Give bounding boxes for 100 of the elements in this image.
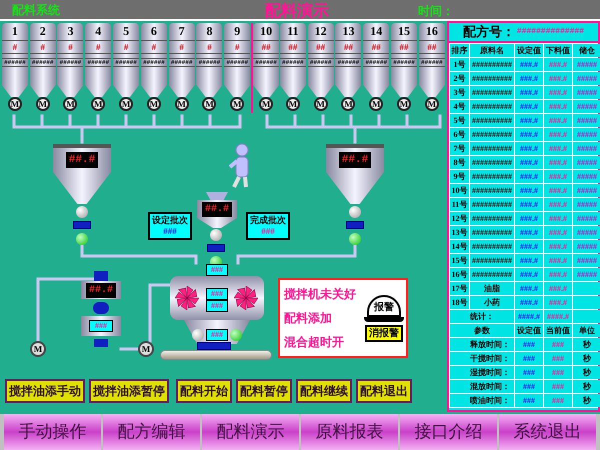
actuator-icon bbox=[197, 342, 231, 350]
nav-tab[interactable]: 手动操作 bbox=[4, 414, 101, 450]
silo-number: 8 bbox=[206, 23, 212, 40]
table-cell: ########## bbox=[470, 156, 514, 169]
reset-alarm-button[interactable]: 消报警 bbox=[365, 324, 403, 342]
batch-value: ### bbox=[163, 226, 177, 237]
table-cell: ###.# bbox=[515, 296, 543, 309]
table-cell: ########## bbox=[470, 170, 514, 183]
table-cell: ###.# bbox=[544, 170, 572, 183]
table-cell: ### bbox=[515, 380, 543, 393]
table-cell: ### bbox=[515, 394, 543, 407]
table-cell: 设定值 bbox=[515, 44, 543, 57]
pump-motor-icon: M bbox=[138, 341, 154, 357]
table-cell: 油脂 bbox=[470, 282, 514, 295]
action-button[interactable]: 搅拌油添暂停 bbox=[89, 379, 169, 403]
table-cell: ###.# bbox=[515, 268, 543, 281]
table-cell: 12号 bbox=[450, 212, 469, 225]
table-cell: ########## bbox=[470, 254, 514, 267]
nav-tab[interactable]: 系统退出 bbox=[499, 414, 596, 450]
table-cell: ###.# bbox=[544, 72, 572, 85]
table-cell: ########## bbox=[470, 58, 514, 71]
silo-number: 3 bbox=[67, 23, 74, 40]
silo-code: ## bbox=[391, 40, 418, 54]
silo-number: 4 bbox=[95, 23, 102, 40]
silo-number: 13 bbox=[342, 23, 354, 40]
silo-code: # bbox=[113, 40, 140, 54]
silo-code: ## bbox=[308, 40, 334, 54]
motor-icon: M bbox=[146, 97, 161, 111]
silo-number: 1 bbox=[12, 23, 18, 40]
nav-tab[interactable]: 配料演示 bbox=[202, 414, 299, 450]
table-cell: 17号 bbox=[450, 282, 469, 295]
table-cell: 喷油时间： bbox=[450, 394, 514, 407]
table-cell: ########## bbox=[470, 72, 514, 85]
tank-display: ### bbox=[89, 320, 113, 332]
action-button[interactable]: 配料继续 bbox=[296, 379, 352, 403]
motor-icon: M bbox=[36, 97, 50, 111]
table-cell: ###.# bbox=[544, 226, 572, 239]
table-cell: ###.# bbox=[544, 100, 572, 113]
table-cell: 排序 bbox=[450, 44, 469, 57]
fan-icon bbox=[233, 285, 259, 311]
nav-tab[interactable]: 接口介绍 bbox=[400, 414, 497, 450]
silo-code: # bbox=[2, 40, 28, 54]
table-cell: ###.# bbox=[544, 156, 572, 169]
table-cell: 1号 bbox=[450, 58, 469, 71]
table-cell: ###.# bbox=[544, 212, 572, 225]
table-cell: ###.# bbox=[544, 198, 572, 211]
silo-number: 10 bbox=[260, 23, 272, 40]
silo-code: # bbox=[168, 40, 195, 54]
table-cell: ########## bbox=[470, 212, 514, 225]
table-cell: ###.# bbox=[544, 296, 572, 309]
silo-number: 16 bbox=[426, 23, 438, 40]
table-cell: 储仓 bbox=[573, 44, 600, 57]
action-button[interactable]: 配料暂停 bbox=[236, 379, 292, 403]
actuator-icon bbox=[73, 221, 91, 229]
table-cell: ###.# bbox=[544, 184, 572, 197]
table-cell: ### bbox=[544, 366, 572, 379]
table-cell: 10号 bbox=[450, 184, 469, 197]
nav-tab[interactable]: 原料报表 bbox=[301, 414, 398, 450]
table-cell: 混放时间： bbox=[450, 380, 514, 393]
table-cell: ##### bbox=[573, 58, 600, 71]
table-cell: ###.# bbox=[544, 254, 572, 267]
actuator-icon bbox=[94, 339, 108, 347]
action-button[interactable]: 搅拌油添手动 bbox=[5, 379, 85, 403]
silo-code: ## bbox=[253, 40, 280, 54]
nav-tab[interactable]: 配方编辑 bbox=[103, 414, 200, 450]
motor-icon: M bbox=[286, 97, 300, 111]
table-cell: 18号 bbox=[450, 296, 469, 309]
motor-icon: M bbox=[369, 97, 384, 111]
table-cell: ###.# bbox=[515, 128, 543, 141]
silo-number: 12 bbox=[314, 23, 327, 40]
table-cell: 设定值 bbox=[515, 324, 543, 337]
recipe-label: 配方号： bbox=[462, 23, 515, 42]
table-cell: ###.# bbox=[544, 86, 572, 99]
ball-valve-icon bbox=[76, 206, 88, 218]
silo-number: 7 bbox=[178, 23, 185, 40]
silo-number: 11 bbox=[287, 23, 299, 40]
action-button[interactable]: 配料开始 bbox=[176, 379, 232, 403]
indicator-light bbox=[349, 233, 361, 245]
table-cell: ##### bbox=[573, 268, 600, 281]
silo-number: 15 bbox=[398, 23, 410, 40]
table-cell: ##### bbox=[573, 212, 600, 225]
table-cell: ###.# bbox=[515, 58, 543, 71]
table-cell: 5号 bbox=[450, 114, 469, 127]
silo-number: 9 bbox=[234, 23, 240, 40]
table-cell: ########## bbox=[470, 100, 514, 113]
lamp-base bbox=[364, 316, 404, 322]
table-cell: ########## bbox=[470, 184, 514, 197]
motor-icon: M bbox=[119, 97, 134, 111]
table-cell: 13号 bbox=[450, 226, 469, 239]
batch-label: 完成批次 bbox=[250, 215, 286, 226]
alarm-message: 混合超时开 bbox=[284, 334, 345, 351]
indicator-light bbox=[76, 233, 88, 245]
batch-value: ### bbox=[261, 226, 275, 237]
table-cell: ###.# bbox=[515, 114, 543, 127]
table-cell: 当前值 bbox=[544, 324, 572, 337]
table-cell: 统计： bbox=[450, 310, 514, 323]
table-cell: ###.# bbox=[515, 86, 543, 99]
table-cell: ### bbox=[544, 380, 572, 393]
table-cell: ###.# bbox=[515, 184, 543, 197]
action-button[interactable]: 配料退出 bbox=[356, 379, 412, 403]
